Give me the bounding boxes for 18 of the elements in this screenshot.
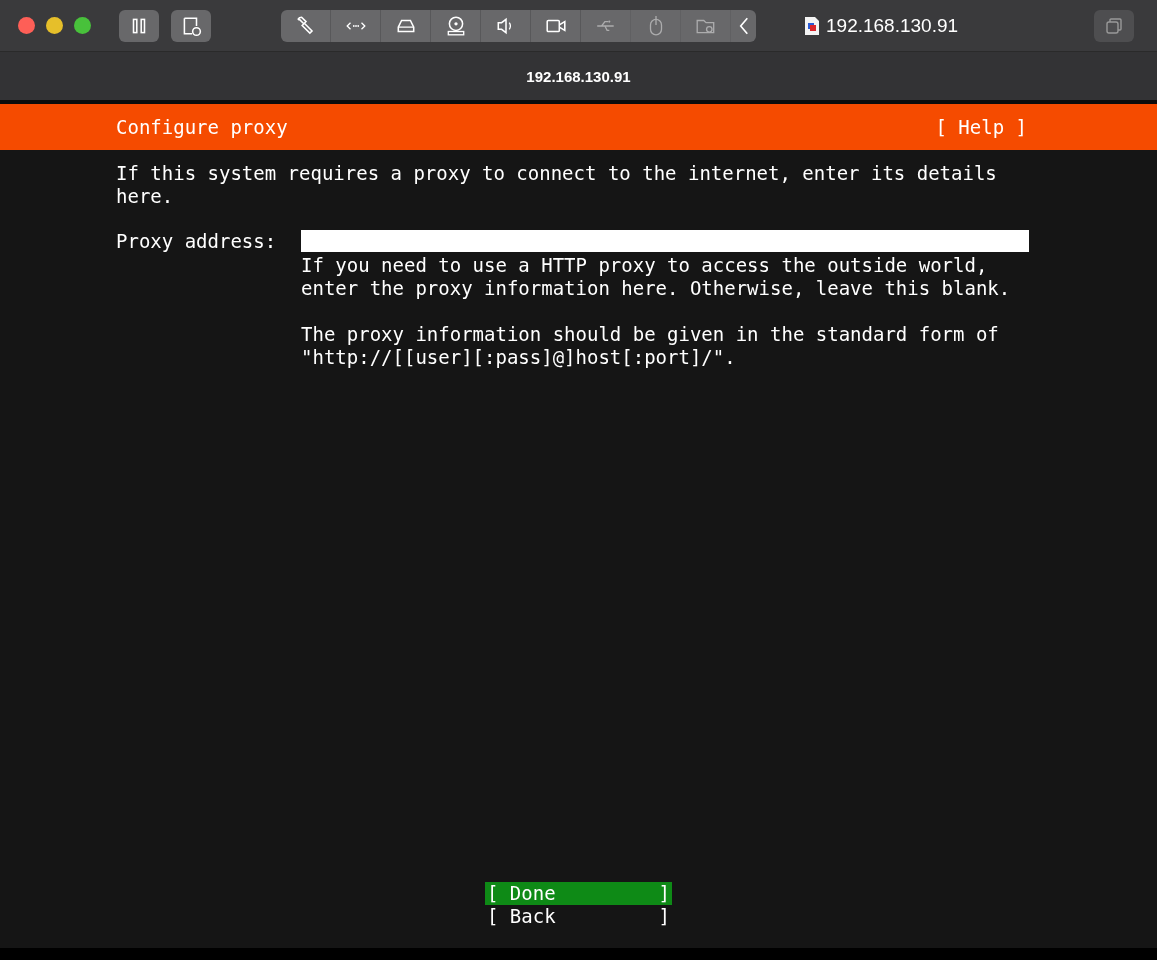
- input-field[interactable]: [301, 230, 1029, 252]
- field-help-text: If you need to use a HTTP proxy to access the outside world, enter the proxy information here. Otherwise, leave this blank. The proxy information should be given in the standard form of "http://[[user][:pass]@]host[:port]/".: [301, 253, 1012, 369]
- fullscreen-button[interactable]: [1094, 9, 1134, 42]
- screen-title: Configure proxy: [116, 115, 288, 139]
- windows-icon: [1104, 15, 1124, 36]
- field-label: Proxy address:: [116, 230, 278, 254]
- close-button[interactable]: [18, 17, 35, 34]
- pause-icon[interactable]: [119, 9, 159, 42]
- window-title: 192.168.130.91: [826, 14, 959, 37]
- menu-button[interactable]: [ Done ]: [485, 882, 672, 905]
- window-subtitle: 192.168.130.91: [526, 67, 631, 85]
- zoom-button[interactable]: [74, 17, 91, 34]
- intro-text: If this system requires a proxy to connect to the internet, enter its details here.: [115, 161, 998, 208]
- snapshot-icon[interactable]: [171, 9, 211, 42]
- document-icon: [804, 15, 820, 36]
- help-button[interactable]: [ Help ]: [935, 115, 1027, 139]
- minimize-button[interactable]: [46, 17, 63, 34]
- menu-button[interactable]: [ Back ]: [485, 905, 672, 928]
